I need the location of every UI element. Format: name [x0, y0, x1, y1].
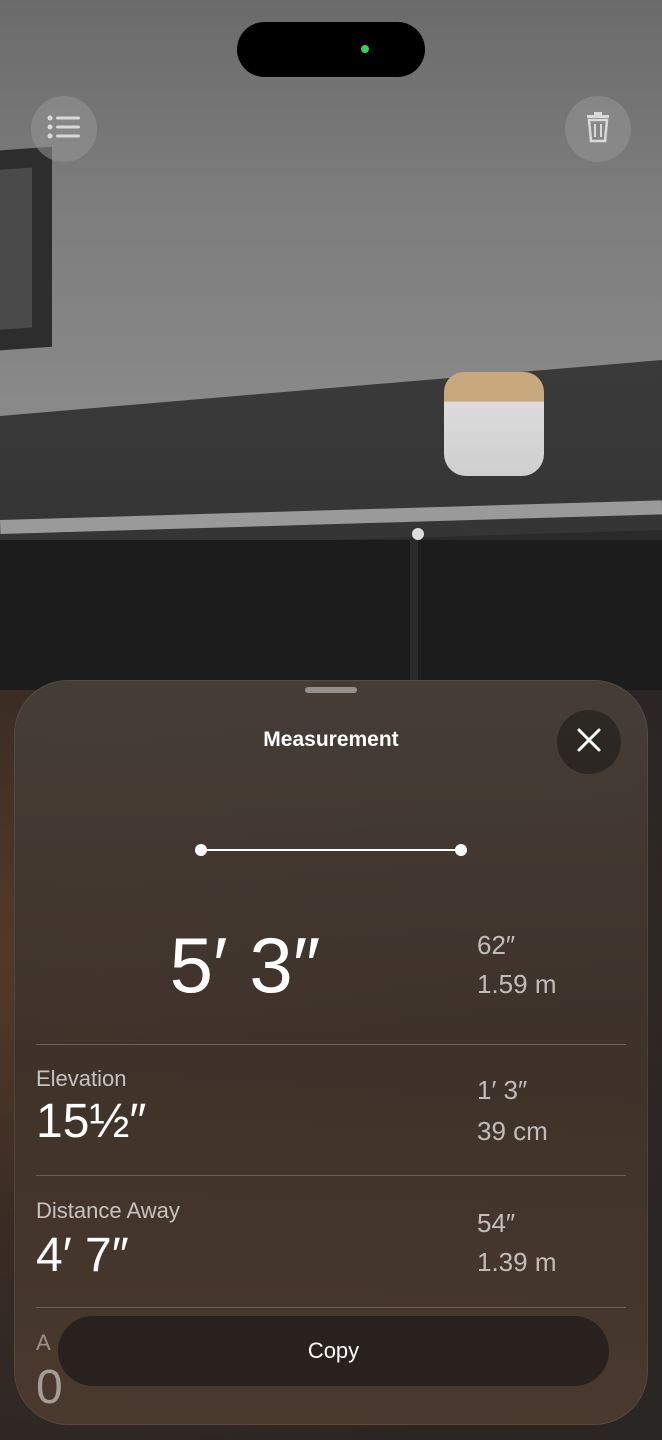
trash-icon [585, 111, 611, 148]
divider [36, 1044, 626, 1045]
measurement-line-preview [200, 849, 462, 851]
elevation-alt-metric: 39 cm [477, 1116, 548, 1146]
partial-row-value: 0 [36, 1361, 63, 1414]
distance-away-label: Distance Away [36, 1198, 180, 1223]
divider [36, 1175, 626, 1176]
close-button[interactable] [557, 710, 621, 774]
length-alt-inches: 62″ [477, 930, 516, 960]
candle [444, 372, 544, 476]
elevation-alt-feet: 1′ 3″ [477, 1075, 528, 1105]
measurement-end-point [455, 844, 467, 856]
length-value: 5′ 3″ [169, 921, 321, 1009]
distance-away-value: 4′ 7″ [36, 1229, 129, 1282]
partial-row-label: A [36, 1330, 51, 1355]
shelf-divider [410, 540, 418, 690]
picture-frame-inner [0, 167, 32, 333]
sheet-grabber[interactable] [305, 687, 357, 693]
length-alt-meters: 1.59 m [477, 969, 557, 999]
elevation-label: Elevation [36, 1066, 127, 1091]
delete-button[interactable] [565, 96, 631, 162]
list-icon [47, 114, 81, 145]
elevation-value: 15½″ [36, 1095, 147, 1148]
measurement-start-point [195, 844, 207, 856]
measurement-reference-point [412, 528, 424, 540]
close-icon [576, 727, 602, 758]
dynamic-island [237, 22, 425, 77]
distance-alt-inches: 54″ [477, 1208, 516, 1238]
measurement-sheet: Measurement 5′ 3″ 62″ 1.59 m Elevation 1… [14, 680, 648, 1425]
divider [36, 1307, 626, 1308]
shelves [0, 540, 662, 690]
measurements-list-button[interactable] [31, 96, 97, 162]
camera-active-indicator [361, 45, 369, 53]
sheet-title: Measurement [263, 728, 399, 751]
copy-button[interactable]: Copy [58, 1316, 609, 1386]
distance-alt-metric: 1.39 m [477, 1247, 557, 1277]
